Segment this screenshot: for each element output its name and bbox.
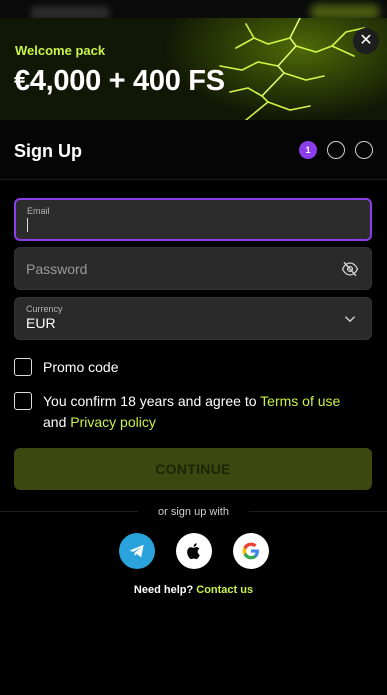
social-divider-text: or sign up with — [138, 506, 249, 518]
top-strip — [0, 0, 387, 18]
blurred-background-button — [310, 4, 380, 18]
welcome-banner: Welcome pack €4,000 + 400 FS ✕ — [0, 18, 387, 120]
promo-code-label: Promo code — [43, 359, 119, 375]
bonus-amount: €4,000 + 400 FS — [14, 65, 225, 97]
continue-button[interactable]: CONTINUE — [14, 448, 372, 490]
social-divider: or sign up with — [0, 506, 387, 518]
promo-code-row[interactable]: Promo code — [14, 357, 118, 378]
signup-header: Sign Up 1 — [0, 120, 387, 180]
terms-of-use-link[interactable]: Terms of use — [260, 393, 340, 409]
password-field[interactable]: Password — [14, 247, 372, 290]
step-3 — [355, 141, 373, 159]
currency-value: EUR — [26, 315, 56, 331]
telegram-icon — [129, 544, 144, 558]
terms-and: and — [43, 414, 71, 430]
help-text: Need help? Contact us — [0, 584, 387, 596]
email-label: Email — [27, 206, 50, 216]
page-title: Sign Up — [14, 141, 82, 161]
google-button[interactable] — [232, 533, 269, 569]
contact-us-link[interactable]: Contact us — [196, 584, 253, 596]
terms-row: You confirm 18 years and agree to Terms … — [14, 391, 340, 433]
terms-prefix: You confirm 18 years and agree to — [43, 393, 261, 409]
step-indicator: 1 — [299, 141, 373, 159]
terms-text: You confirm 18 years and agree to Terms … — [43, 391, 340, 433]
privacy-policy-link[interactable]: Privacy policy — [70, 414, 156, 430]
apple-icon — [186, 543, 200, 560]
currency-label: Currency — [26, 304, 63, 314]
eye-off-icon[interactable] — [341, 260, 359, 278]
welcome-pack-label: Welcome pack — [15, 43, 106, 58]
email-field[interactable]: Email — [14, 198, 372, 241]
google-icon — [242, 542, 259, 560]
terms-checkbox[interactable] — [14, 392, 32, 410]
promo-code-checkbox[interactable] — [14, 358, 32, 376]
currency-select[interactable]: Currency EUR — [14, 297, 372, 340]
close-icon: ✕ — [359, 32, 373, 49]
telegram-button[interactable] — [118, 533, 155, 569]
help-prefix: Need help? — [133, 584, 197, 596]
social-buttons — [0, 533, 387, 569]
step-2 — [327, 141, 345, 159]
step-1: 1 — [299, 141, 317, 159]
password-placeholder: Password — [26, 261, 88, 277]
blurred-background-item — [30, 6, 110, 18]
apple-button[interactable] — [175, 533, 212, 569]
chevron-down-icon — [344, 316, 356, 323]
close-button[interactable]: ✕ — [353, 28, 379, 54]
text-caret — [27, 218, 28, 232]
